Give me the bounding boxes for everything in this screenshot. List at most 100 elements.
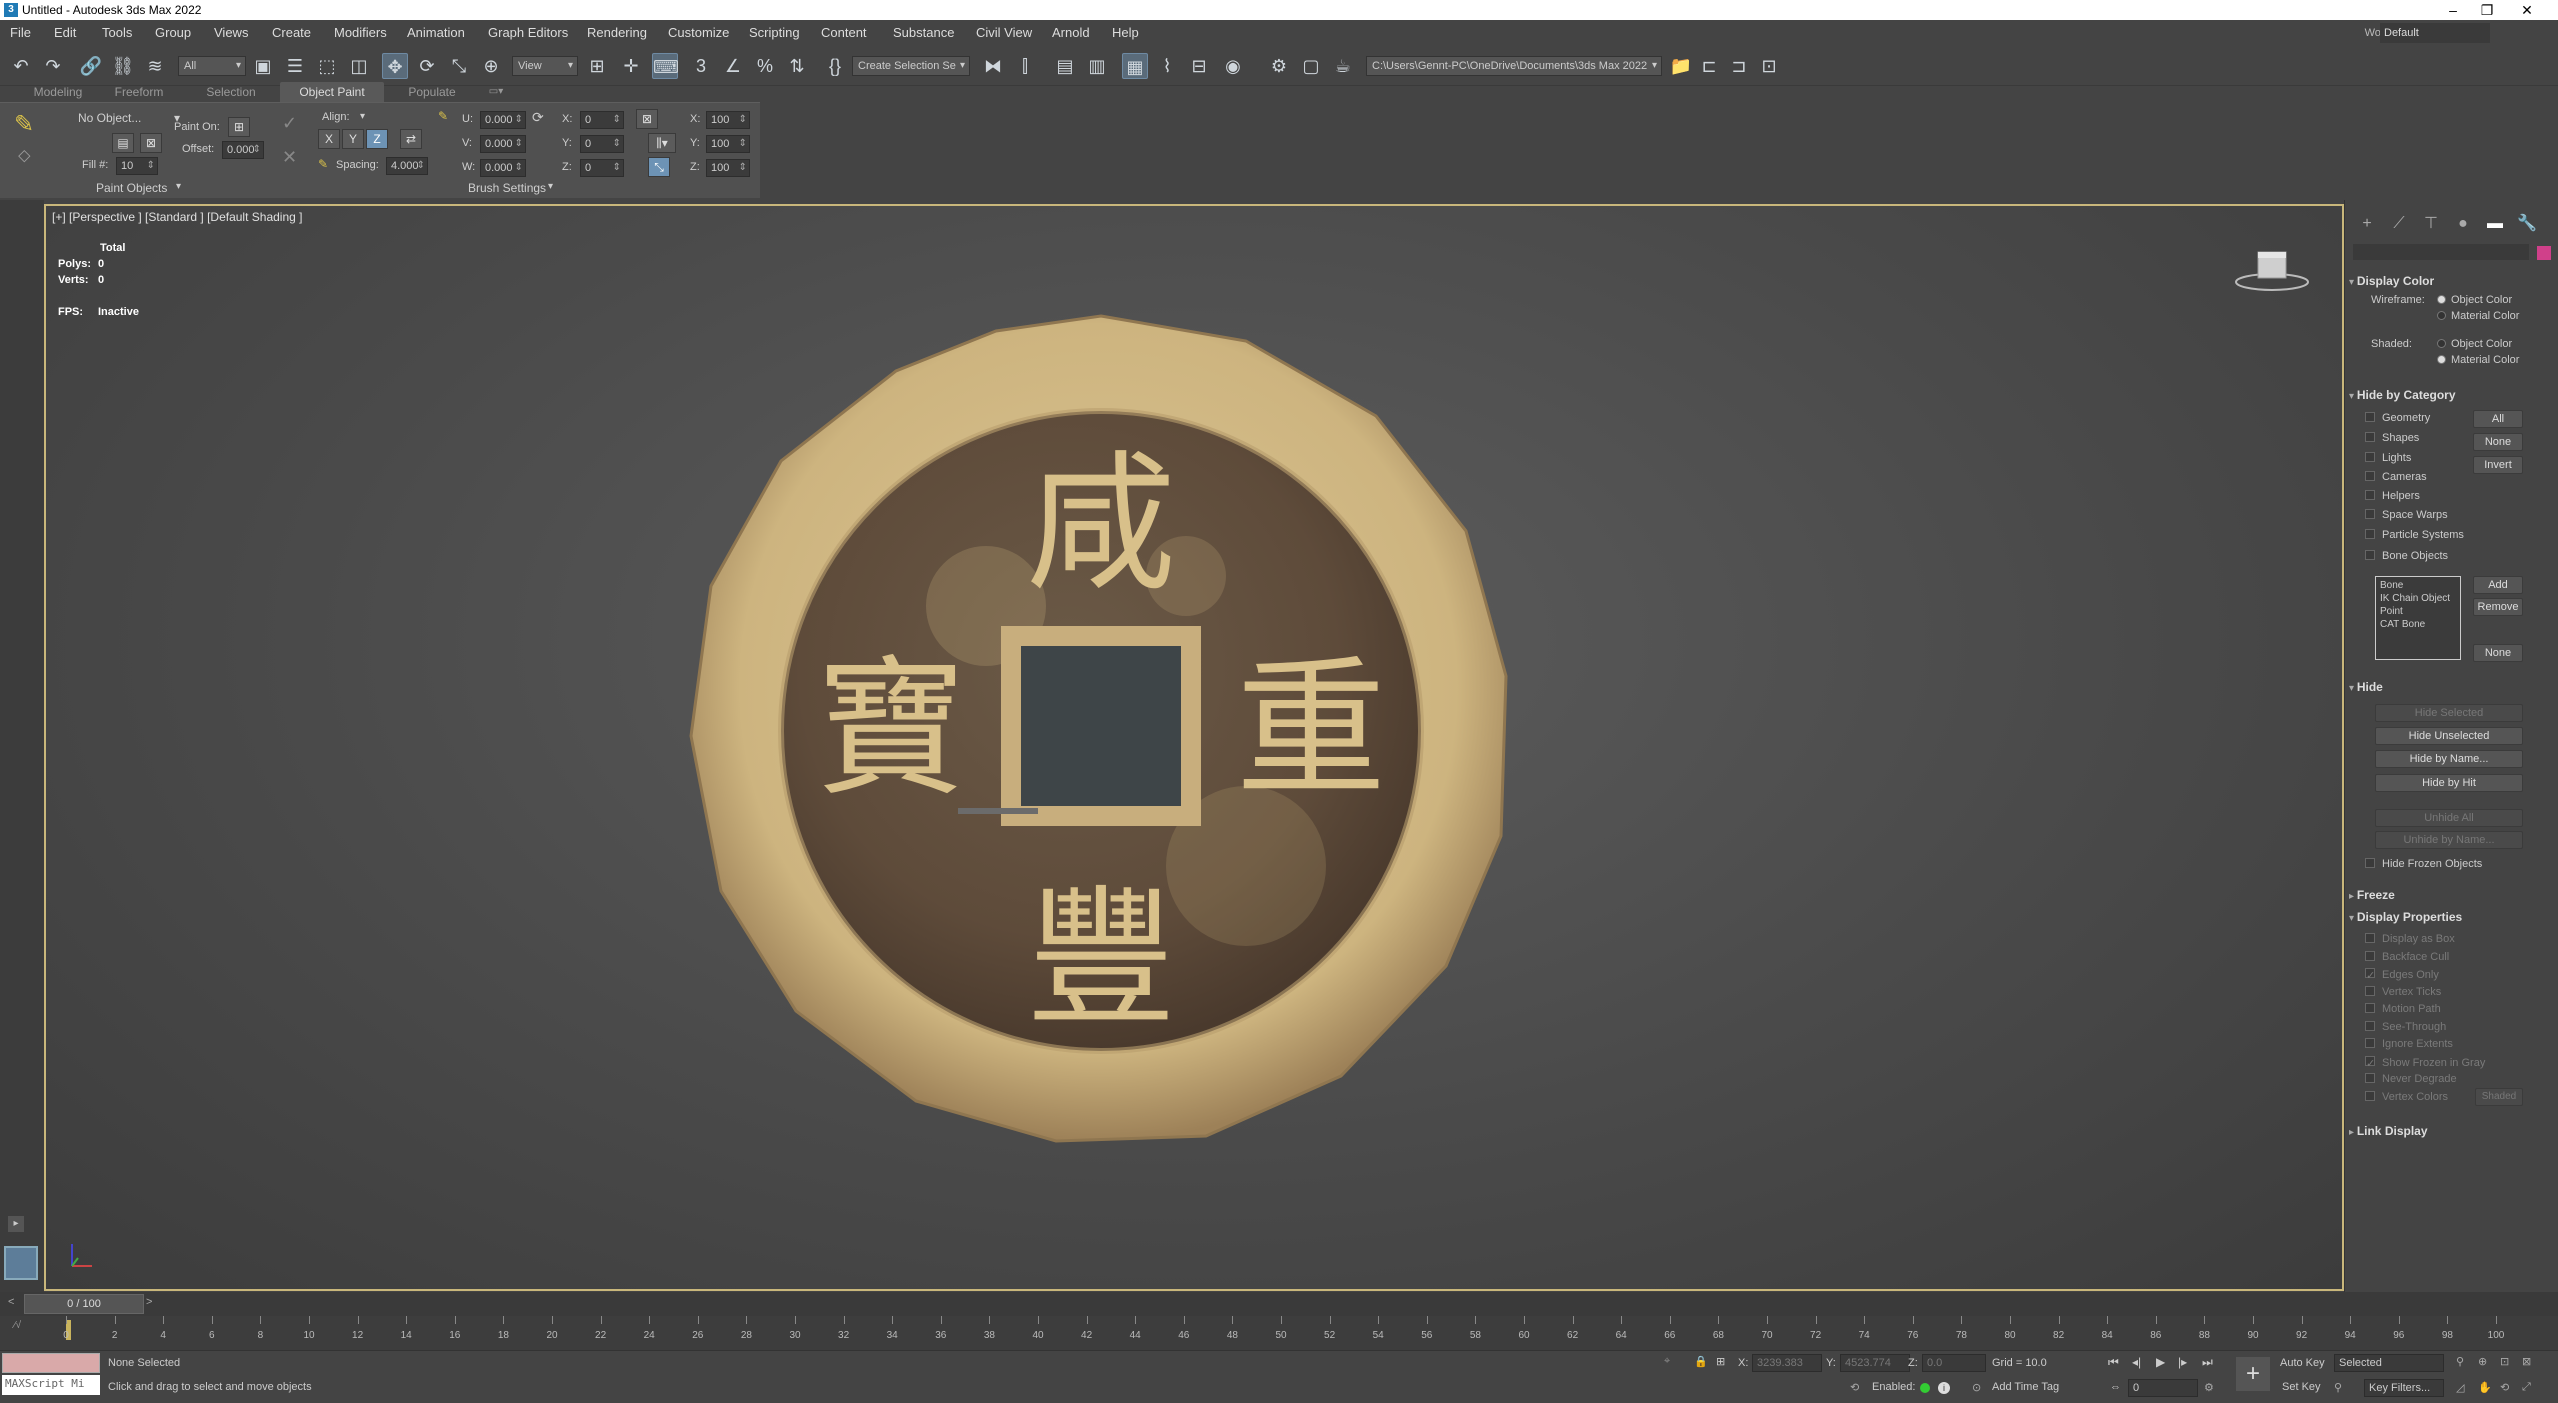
select-place-icon[interactable]: ⊕ (478, 53, 504, 79)
info-icon[interactable]: i (1938, 1382, 1950, 1394)
scale-x-spinner[interactable]: 100 (706, 111, 750, 129)
menu-substance[interactable]: Substance (893, 20, 954, 46)
spinner-snap-icon[interactable]: ⇅ (784, 53, 810, 79)
close-icon[interactable]: ✕ (2512, 0, 2542, 20)
menu-file[interactable]: File (10, 20, 31, 46)
brush-settings-panel-title[interactable]: Brush Settings (468, 181, 546, 195)
key-filters-button[interactable]: Key Filters... (2364, 1379, 2444, 1397)
pivot-center-icon[interactable]: ⊞ (584, 53, 610, 79)
brush-settings-chevron-icon[interactable]: ▾ (548, 181, 553, 192)
menu-create[interactable]: Create (272, 20, 311, 46)
goto-start-icon[interactable]: ⏮ (2108, 1355, 2119, 1370)
open-project-icon[interactable]: ⊐ (1726, 53, 1752, 79)
set-key-big-icon[interactable]: + (2236, 1357, 2270, 1391)
expand-layout-icon[interactable]: ▸ (8, 1216, 24, 1232)
rect-selection-icon[interactable]: ⬚ (314, 53, 340, 79)
curve-editor-icon[interactable]: ⌇ (1154, 53, 1180, 79)
object-list-icon[interactable]: ▤ (112, 133, 134, 153)
scale-uniform-icon[interactable]: ⤡ (648, 157, 670, 177)
category-invert-button[interactable]: Invert (2473, 456, 2523, 474)
display-tab-icon[interactable]: ▬ (2485, 214, 2505, 234)
menu-modifiers[interactable]: Modifiers (334, 20, 387, 46)
object-name-field[interactable] (2353, 244, 2529, 260)
paint-objects-chevron-icon[interactable]: ▾ (176, 181, 181, 192)
hide-selected-button[interactable]: Hide Selected (2375, 704, 2523, 722)
render-production-icon[interactable]: ☕ (1330, 53, 1356, 79)
z-coord-field[interactable]: 0.0 (1922, 1354, 1986, 1372)
hide-by-hit-button[interactable]: Hide by Hit (2375, 774, 2523, 792)
category-geometry-checkbox[interactable]: Geometry (2365, 412, 2430, 424)
prop-never-degrade-checkbox[interactable]: Never Degrade (2365, 1073, 2457, 1085)
coin-model[interactable]: 咸 重 豐 寶 (686, 306, 1516, 1146)
wireframe-material-color-radio[interactable]: Material Color (2437, 310, 2519, 322)
prop-see-through-checkbox[interactable]: See-Through (2365, 1021, 2446, 1033)
redo-icon[interactable]: ↷ (40, 53, 66, 79)
menu-arnold[interactable]: Arnold (1052, 20, 1090, 46)
scale-z-spinner[interactable]: 100 (706, 159, 750, 177)
list-none-button[interactable]: None (2473, 644, 2523, 662)
paint-objects-panel-title[interactable]: Paint Objects (96, 181, 167, 195)
modify-tab-icon[interactable]: ⟋ (2389, 214, 2409, 234)
align-x-button[interactable]: X (318, 129, 340, 149)
x-coord-field[interactable]: 3239.383 (1752, 1354, 1822, 1372)
tab-object-paint[interactable]: Object Paint (280, 82, 384, 102)
time-slider-thumb[interactable]: 0 / 100 (24, 1294, 144, 1314)
shaded-material-color-radio[interactable]: Material Color (2437, 354, 2519, 366)
keyboard-shortcut-override-icon[interactable]: ⌨ (652, 53, 679, 79)
hide-unselected-button[interactable]: Hide Unselected (2375, 727, 2523, 745)
u-spinner[interactable]: 0.000 (480, 111, 526, 129)
display-color-rollout[interactable]: Display Color (2349, 274, 2555, 288)
category-shapes-checkbox[interactable]: Shapes (2365, 432, 2419, 444)
hide-frozen-checkbox[interactable]: Hide Frozen Objects (2365, 858, 2482, 870)
time-config-icon[interactable]: ⚙ (2204, 1381, 2214, 1394)
rot-x-spinner[interactable]: 0 (580, 111, 624, 129)
named-selection-sets-dropdown[interactable]: Create Selection Se (852, 56, 970, 76)
hide-rollout[interactable]: Hide (2349, 680, 2555, 694)
category-helpers-checkbox[interactable]: Helpers (2365, 490, 2420, 502)
auto-key-button[interactable]: Auto Key (2280, 1357, 2325, 1369)
hierarchy-tab-icon[interactable]: ⊤ (2421, 214, 2441, 234)
next-frame-icon[interactable]: > (146, 1296, 160, 1312)
category-lights-checkbox[interactable]: Lights (2365, 452, 2411, 464)
offset-transform-icon[interactable]: ✎ (438, 109, 456, 127)
unlink-icon[interactable]: ⛓ (110, 53, 136, 79)
vertex-colors-shaded-button[interactable]: Shaded (2475, 1088, 2523, 1106)
pan-icon[interactable]: ✋ (2478, 1381, 2492, 1394)
isolate-icon[interactable]: ⌖ (1664, 1355, 1670, 1368)
fill-spinner[interactable]: 10 (116, 157, 158, 175)
list-item[interactable]: IK Chain Object (2380, 592, 2456, 605)
create-tab-icon[interactable]: + (2357, 214, 2377, 234)
offset-spinner[interactable]: 0.000 (222, 141, 264, 159)
maxscript-input[interactable]: MAXScript Mi (2, 1375, 100, 1395)
prop-show-frozen-gray-checkbox[interactable]: ✓ Show Frozen in Gray (2365, 1056, 2485, 1070)
select-rotate-icon[interactable]: ⟳ (414, 53, 440, 79)
time-slider[interactable]: < 0 / 100 > (0, 1292, 2558, 1316)
link-display-rollout[interactable]: Link Display (2349, 1124, 2555, 1138)
viewport-layout-thumb[interactable] (4, 1246, 38, 1280)
orbit-icon[interactable]: ⟲ (2500, 1381, 2509, 1394)
project-path-dropdown[interactable]: C:\Users\Gennt-PC\OneDrive\Documents\3ds… (1366, 56, 1662, 76)
display-properties-rollout[interactable]: Display Properties (2349, 910, 2555, 924)
align-icon[interactable]: ⫿ (1012, 53, 1038, 79)
filters-icon[interactable]: ⁄√ (14, 1320, 21, 1331)
prop-ignore-extents-checkbox[interactable]: Ignore Extents (2365, 1038, 2453, 1050)
prev-frame-icon[interactable]: < (8, 1296, 22, 1312)
align-y-button[interactable]: Y (342, 129, 364, 149)
mirror-icon[interactable]: ⧓ (980, 53, 1006, 79)
select-manipulate-icon[interactable]: ✛ (618, 53, 644, 79)
category-space-warps-checkbox[interactable]: Space Warps (2365, 509, 2448, 521)
prop-display-as-box-checkbox[interactable]: Display as Box (2365, 933, 2455, 945)
rendered-frame-window-icon[interactable]: ▢ (1298, 53, 1324, 79)
freeze-rollout[interactable]: Freeze (2349, 888, 2555, 902)
prop-backface-cull-checkbox[interactable]: Backface Cull (2365, 951, 2449, 963)
menu-edit[interactable]: Edit (54, 20, 76, 46)
hide-by-name-button[interactable]: Hide by Name... (2375, 750, 2523, 768)
ref-coord-dropdown[interactable]: View (512, 56, 578, 76)
category-all-button[interactable]: All (2473, 410, 2523, 428)
menu-customize[interactable]: Customize (668, 20, 729, 46)
pick-list-icon[interactable]: ⊠ (140, 133, 162, 153)
ribbon-options-icon[interactable]: ▭▾ (484, 82, 508, 102)
select-by-name-icon[interactable]: ☰ (282, 53, 308, 79)
project-folder-icon[interactable]: 📁 (1668, 53, 1694, 79)
set-key-button[interactable]: Set Key (2282, 1381, 2321, 1393)
